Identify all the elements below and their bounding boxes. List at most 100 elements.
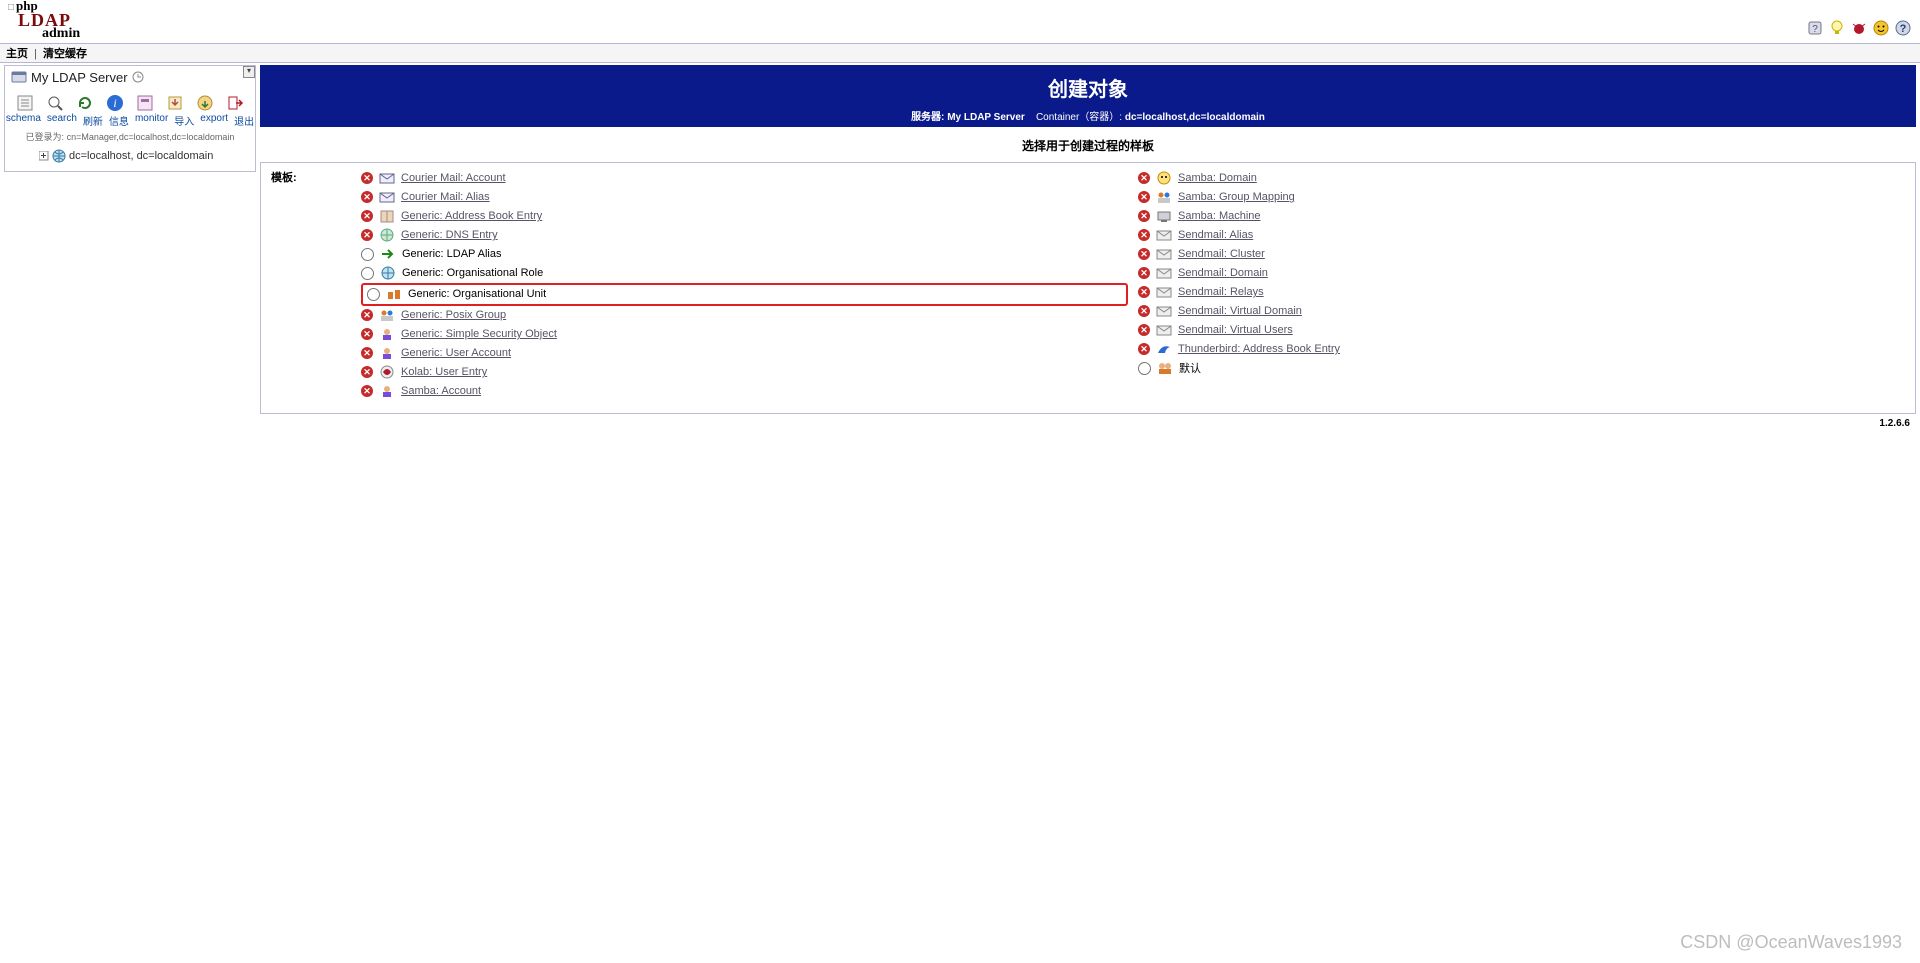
template-sendmail-cluster: Sendmail: Cluster: [1138, 245, 1905, 264]
page-subheader: 服务器: My LDAP Server Container（容器）: dc=lo…: [260, 106, 1916, 127]
template-generic-organisational-role[interactable]: Generic: Organisational Role: [361, 264, 1128, 283]
nav-home[interactable]: 主页: [6, 48, 28, 60]
template-link[interactable]: Sendmail: Virtual Users: [1178, 324, 1293, 336]
template-link[interactable]: Generic: DNS Entry: [401, 229, 498, 241]
logged-in-line: 已登录为: cn=Manager,dc=localhost,dc=localdo…: [5, 130, 255, 147]
template-link[interactable]: Generic: User Account: [401, 347, 511, 359]
request-feature-icon[interactable]: ?: [1806, 19, 1824, 37]
server-icon: [11, 70, 27, 84]
toolbar-link-刷新[interactable]: 刷新: [83, 113, 103, 128]
template-generic-user-account: Generic: User Account: [361, 344, 1128, 363]
template-link[interactable]: Sendmail: Relays: [1178, 286, 1264, 298]
template-sendmail-domain: Sendmail: Domain: [1138, 264, 1905, 283]
toolbar-link-退出[interactable]: 退出: [234, 113, 254, 128]
nav-purge-cache[interactable]: 清空缓存: [43, 48, 87, 60]
machine-icon: [1156, 209, 1172, 223]
collapse-left-pane-button[interactable]: ▾: [243, 66, 255, 78]
bug-icon[interactable]: [1850, 19, 1868, 37]
dns-icon: [379, 228, 395, 242]
disabled-icon: [1138, 229, 1150, 241]
disabled-icon: [1138, 248, 1150, 260]
template-generic-ldap-alias[interactable]: Generic: LDAP Alias: [361, 245, 1128, 264]
template-column-left: Courier Mail: Account Courier Mail: Alias…: [361, 169, 1128, 401]
help-icon[interactable]: ?: [1894, 19, 1912, 37]
template-link[interactable]: Sendmail: Virtual Domain: [1178, 305, 1302, 317]
template-link[interactable]: Generic: Posix Group: [401, 309, 506, 321]
toolbar-link-monitor[interactable]: monitor: [135, 113, 168, 128]
version-label: 1.2.6.6: [260, 416, 1916, 429]
template--[interactable]: 默认: [1138, 359, 1905, 378]
disabled-icon: [1138, 305, 1150, 317]
template-link[interactable]: Samba: Domain: [1178, 172, 1257, 184]
user-icon: [379, 346, 395, 360]
env-icon: [1156, 266, 1172, 280]
template-link[interactable]: Sendmail: Alias: [1178, 229, 1253, 241]
mail-icon: [379, 190, 395, 204]
nav-bar: 主页 | 清空缓存: [0, 43, 1920, 63]
template-link[interactable]: Generic: Simple Security Object: [401, 328, 557, 340]
template-link[interactable]: Sendmail: Domain: [1178, 267, 1268, 279]
template-link[interactable]: Samba: Group Mapping: [1178, 191, 1295, 203]
import-icon[interactable]: [165, 93, 185, 113]
template-courier-mail-alias: Courier Mail: Alias: [361, 188, 1128, 207]
svg-text:?: ?: [1900, 23, 1907, 35]
template-link[interactable]: Samba: Machine: [1178, 210, 1261, 222]
export-icon[interactable]: [195, 93, 215, 113]
logout-icon[interactable]: [225, 93, 245, 113]
disabled-icon: [361, 210, 373, 222]
template-generic-organisational-unit[interactable]: Generic: Organisational Unit: [361, 283, 1128, 306]
template-kolab-user-entry: Kolab: User Entry: [361, 363, 1128, 382]
template-link[interactable]: Generic: Address Book Entry: [401, 210, 542, 222]
template-samba-machine: Samba: Machine: [1138, 207, 1905, 226]
template-link[interactable]: Thunderbird: Address Book Entry: [1178, 343, 1340, 355]
tree-root-node[interactable]: dc=localhost, dc=localdomain: [39, 149, 249, 163]
template-radio[interactable]: [1138, 362, 1151, 375]
refresh-icon[interactable]: [75, 93, 95, 113]
toolbar-link-导入[interactable]: 导入: [174, 113, 194, 128]
template-link[interactable]: Courier Mail: Alias: [401, 191, 490, 203]
tbird-icon: [1156, 342, 1172, 356]
schema-icon[interactable]: [15, 93, 35, 113]
server-title: My LDAP Server: [5, 66, 255, 89]
info-icon[interactable]: i: [105, 93, 125, 113]
template-panel: 模板: Courier Mail: AccountCourier Mail: A…: [260, 162, 1916, 414]
tree-root-label: dc=localhost, dc=localdomain: [69, 150, 213, 162]
app-logo: php LDAP admin: [8, 0, 80, 41]
template-label: Generic: Organisational Role: [402, 267, 543, 279]
template-sendmail-relays: Sendmail: Relays: [1138, 283, 1905, 302]
watermark: CSDN @OceanWaves1993: [1680, 932, 1902, 953]
template-link[interactable]: Samba: Account: [401, 385, 481, 397]
toolbar-link-信息[interactable]: 信息: [109, 113, 129, 128]
disabled-icon: [1138, 172, 1150, 184]
disabled-icon: [361, 191, 373, 203]
tree-expand-icon[interactable]: [39, 151, 49, 161]
section-title: 选择用于创建过程的样板: [260, 127, 1916, 162]
template-generic-address-book-entry: Generic: Address Book Entry: [361, 207, 1128, 226]
left-toolbar-links: schema search 刷新信息 monitor 导入 export 退出: [5, 113, 255, 130]
lightbulb-icon[interactable]: [1828, 19, 1846, 37]
samba-icon: [1156, 171, 1172, 185]
disabled-icon: [1138, 286, 1150, 298]
left-pane: ▾ My LDAP Server i schema search 刷新信息 monit…: [4, 65, 256, 172]
search-icon[interactable]: [45, 93, 65, 113]
env-icon: [1156, 285, 1172, 299]
template-radio[interactable]: [361, 267, 374, 280]
template-sendmail-virtual-domain: Sendmail: Virtual Domain: [1138, 302, 1905, 321]
group-icon: [379, 308, 395, 322]
user-icon: [379, 384, 395, 398]
page-header: 创建对象 服务器: My LDAP Server Container（容器）: …: [260, 65, 1916, 127]
default-icon: [1157, 361, 1173, 375]
template-label: 默认: [1179, 360, 1201, 376]
toolbar-link-search[interactable]: search: [47, 113, 77, 128]
template-radio[interactable]: [361, 248, 374, 261]
monitor-icon[interactable]: [135, 93, 155, 113]
toolbar-link-schema[interactable]: schema: [6, 113, 41, 128]
svg-text:?: ?: [1812, 24, 1818, 35]
toolbar-link-export[interactable]: export: [200, 113, 228, 128]
disabled-icon: [1138, 210, 1150, 222]
template-radio[interactable]: [367, 288, 380, 301]
template-link[interactable]: Courier Mail: Account: [401, 172, 506, 184]
template-link[interactable]: Sendmail: Cluster: [1178, 248, 1265, 260]
smiley-icon[interactable]: [1872, 19, 1890, 37]
template-link[interactable]: Kolab: User Entry: [401, 366, 487, 378]
